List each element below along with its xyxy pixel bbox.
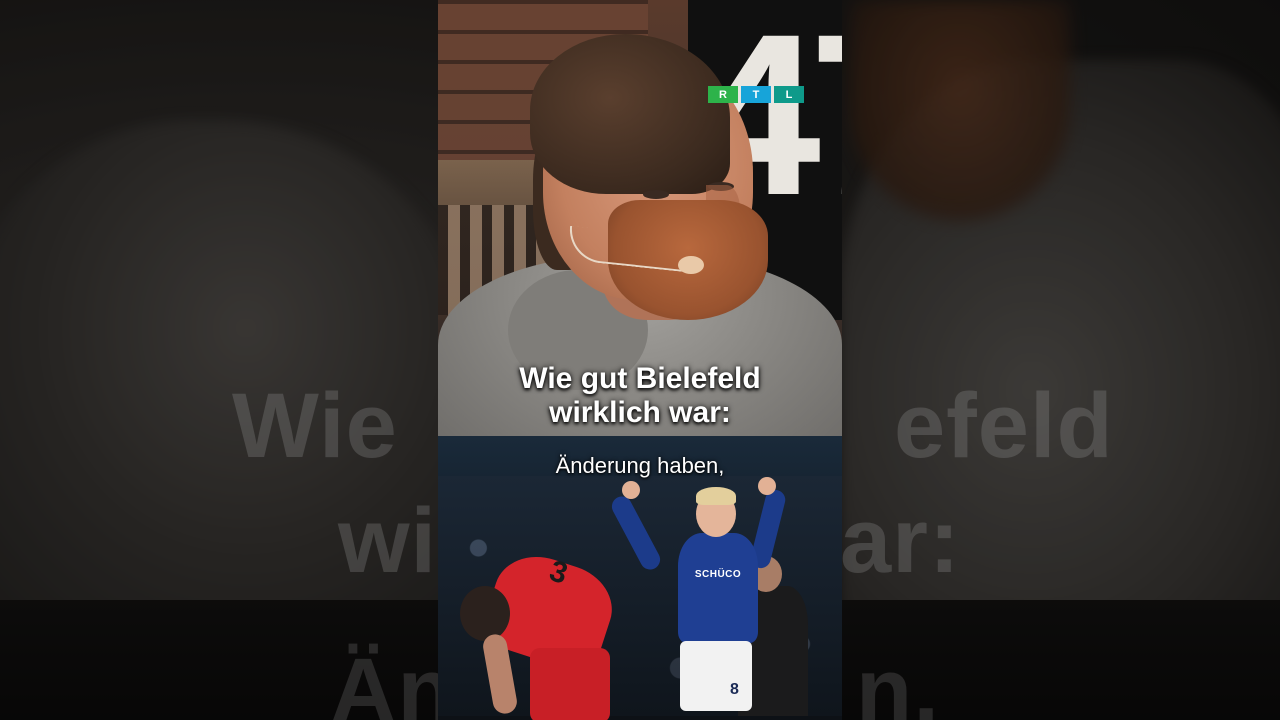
video-player[interactable]: 47 R T L Wie gut Bielefeld wirklich war:… (438, 0, 842, 720)
red-player-head (460, 586, 510, 641)
subtitle-caption: Änderung haben, (555, 453, 725, 478)
raised-fist-right-icon (758, 477, 776, 495)
player-red-kit: 3 (460, 544, 623, 720)
interview-clip: 47 R T L Wie gut Bielefeld wirklich war: (438, 0, 842, 436)
rtl-logo: R T L (708, 86, 804, 103)
player-blue-kit: SCHÜCO 8 (608, 477, 798, 720)
red-shorts (530, 648, 610, 720)
headline-caption-line1: Wie gut Bielefeld (519, 362, 761, 395)
blue-jersey (678, 533, 758, 643)
rtl-logo-letter-r: R (708, 86, 738, 103)
stadium-clip: 3 SCHÜCO 8 Änderung haben, (438, 436, 842, 720)
headline-caption: Wie gut Bielefeld wirklich war: (438, 362, 842, 430)
shorts-number: 8 (730, 681, 739, 698)
white-shorts (680, 641, 752, 711)
headline-caption-line2: wirklich war: (549, 396, 731, 429)
rtl-logo-letter-t: T (741, 86, 771, 103)
headset-mic-icon (678, 256, 704, 274)
raised-fist-left-icon (622, 481, 640, 499)
jersey-sponsor: SCHÜCO (694, 569, 742, 580)
speaker-eye-left (643, 190, 669, 199)
blue-player-hair (696, 487, 736, 505)
rtl-logo-letter-l: L (774, 86, 804, 103)
